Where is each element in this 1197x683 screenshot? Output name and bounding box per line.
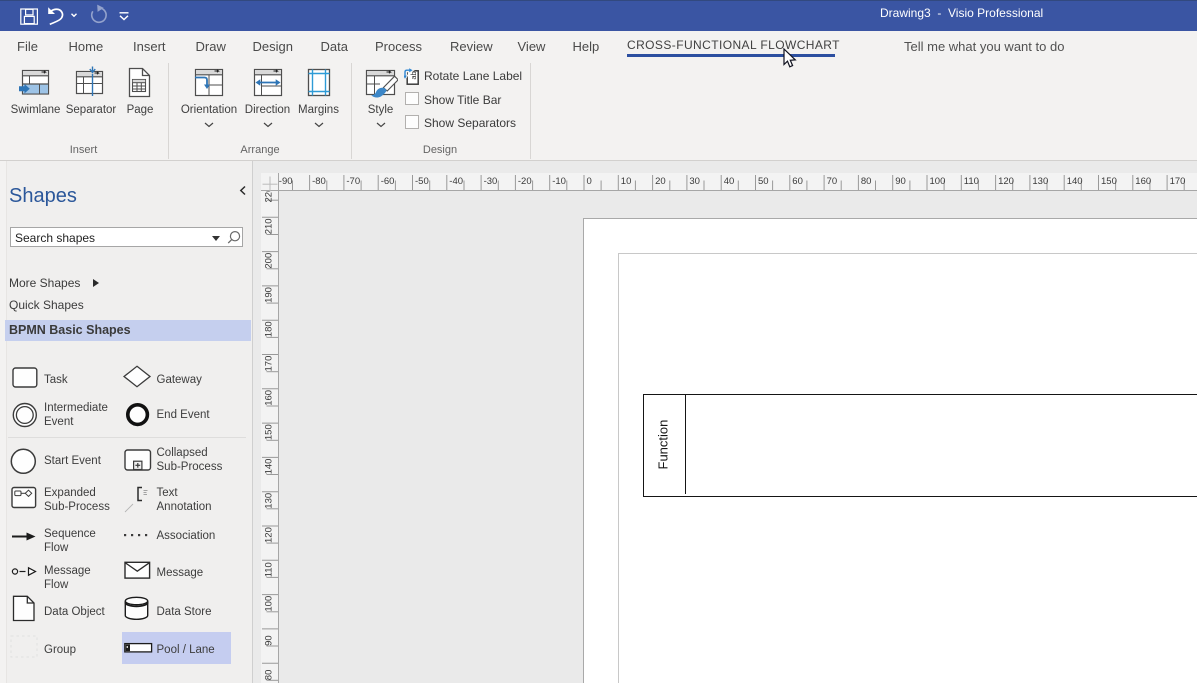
svg-text:-40: -40 <box>449 176 463 187</box>
svg-text:80: 80 <box>264 670 275 681</box>
svg-text:140: 140 <box>1067 176 1083 187</box>
svg-text:0: 0 <box>587 176 592 187</box>
svg-text:-80: -80 <box>312 176 326 187</box>
svg-text:110: 110 <box>964 176 979 187</box>
svg-text:140: 140 <box>264 459 275 475</box>
svg-text:120: 120 <box>998 176 1014 187</box>
svg-text:-70: -70 <box>346 176 360 187</box>
svg-text:50: 50 <box>758 176 769 187</box>
svg-text:90: 90 <box>895 176 906 187</box>
svg-text:90: 90 <box>264 635 275 646</box>
svg-text:-50: -50 <box>415 176 429 187</box>
svg-text:110: 110 <box>264 562 275 577</box>
svg-text:100: 100 <box>930 176 946 187</box>
svg-text:190: 190 <box>264 287 275 303</box>
svg-text:170: 170 <box>1170 176 1186 187</box>
svg-text:210: 210 <box>264 218 275 234</box>
svg-text:170: 170 <box>264 356 275 372</box>
svg-text:20: 20 <box>655 176 666 187</box>
svg-text:100: 100 <box>264 596 275 612</box>
svg-text:70: 70 <box>827 176 838 187</box>
svg-text:-90: -90 <box>279 176 293 187</box>
svg-text:130: 130 <box>1032 176 1048 187</box>
svg-text:-10: -10 <box>552 176 566 187</box>
svg-text:150: 150 <box>1101 176 1117 187</box>
svg-text:150: 150 <box>264 424 275 440</box>
svg-text:-30: -30 <box>484 176 498 187</box>
svg-text:60: 60 <box>792 176 803 187</box>
svg-text:200: 200 <box>264 253 275 269</box>
svg-text:10: 10 <box>621 176 632 187</box>
svg-text:ab: ab <box>409 71 418 79</box>
svg-text:130: 130 <box>264 493 275 509</box>
svg-text:220: 220 <box>264 191 275 203</box>
svg-text:160: 160 <box>264 390 275 406</box>
svg-text:160: 160 <box>1135 176 1151 187</box>
svg-text:180: 180 <box>264 321 275 337</box>
svg-text:40: 40 <box>724 176 735 187</box>
svg-text:80: 80 <box>861 176 872 187</box>
svg-text:-20: -20 <box>518 176 532 187</box>
svg-text:-60: -60 <box>381 176 395 187</box>
svg-text:30: 30 <box>689 176 700 187</box>
svg-text:120: 120 <box>264 527 275 543</box>
